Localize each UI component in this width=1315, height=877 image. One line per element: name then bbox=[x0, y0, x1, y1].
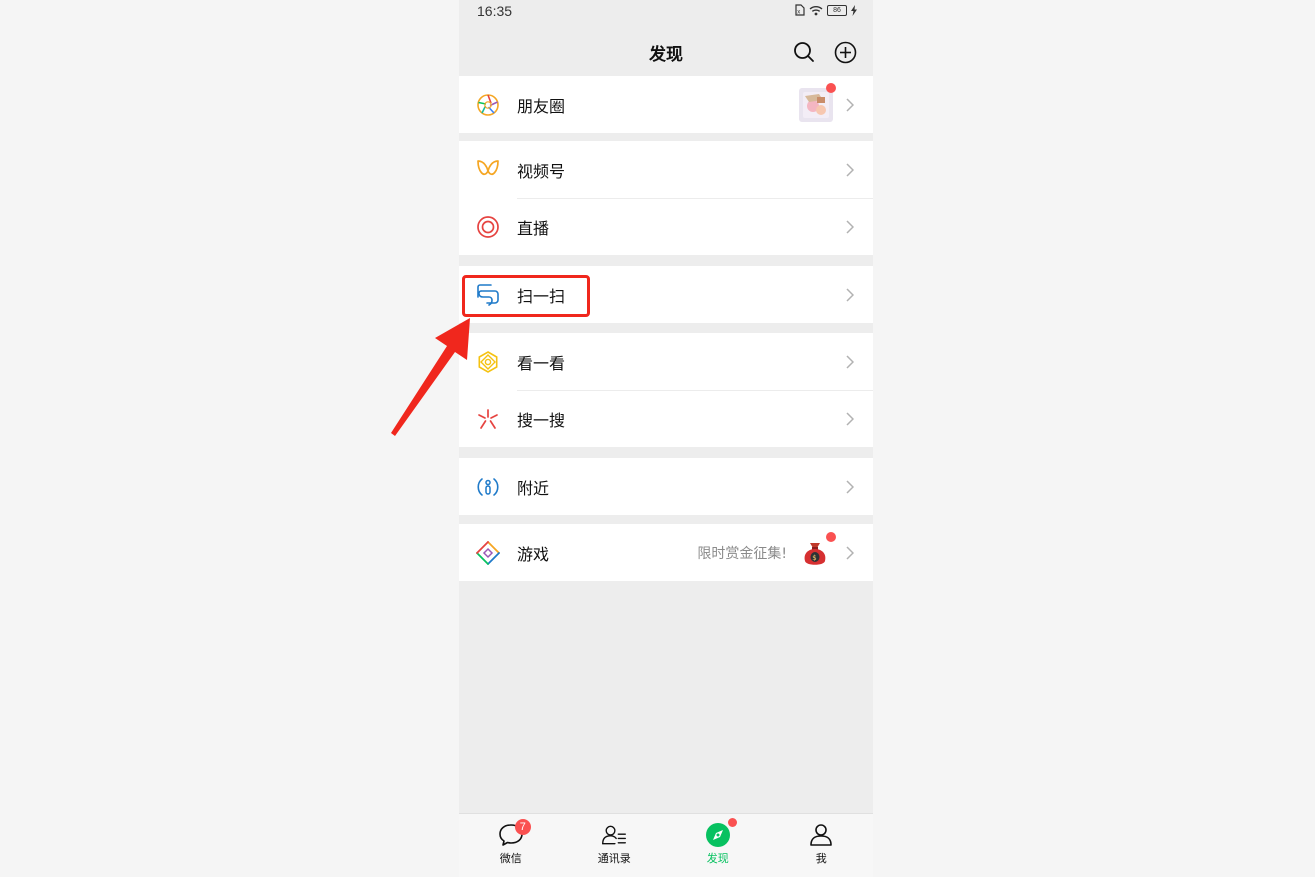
red-arrow-pointer bbox=[391, 318, 470, 436]
menu-group-moments: 朋友圈 bbox=[459, 76, 873, 133]
add-button[interactable] bbox=[833, 40, 857, 64]
menu-item-games[interactable]: 游戏 限时赏金征集! $ bbox=[459, 524, 873, 581]
chevron-right-icon bbox=[845, 479, 855, 495]
battery-icon: 86 bbox=[827, 4, 847, 16]
svg-text:x: x bbox=[797, 10, 800, 16]
status-bar: 16:35 x 86 bbox=[459, 0, 873, 24]
chevron-right-icon bbox=[845, 287, 855, 303]
live-ring-icon bbox=[475, 214, 501, 240]
channels-butterfly-icon bbox=[475, 157, 501, 183]
tab-discover[interactable]: 发现 bbox=[666, 814, 770, 877]
search-star-icon bbox=[475, 406, 501, 432]
menu-label-channels: 视频号 bbox=[517, 161, 566, 181]
menu-item-nearby[interactable]: 附近 bbox=[459, 458, 873, 515]
tab-me[interactable]: 我 bbox=[770, 814, 874, 877]
menu-item-moments[interactable]: 朋友圈 bbox=[459, 76, 873, 133]
menu-label-top-stories: 看一看 bbox=[517, 353, 566, 373]
menu-group-channels: 视频号 直播 bbox=[459, 141, 873, 255]
header: 发现 bbox=[459, 28, 873, 76]
menu-group-stories: 看一看 搜一搜 bbox=[459, 333, 873, 447]
menu-item-channels[interactable]: 视频号 bbox=[459, 141, 873, 198]
chat-bubble-icon: 7 bbox=[498, 819, 531, 848]
scan-highlight-box bbox=[462, 275, 590, 317]
chevron-right-icon bbox=[845, 219, 855, 235]
menu-item-search[interactable]: 搜一搜 bbox=[459, 390, 873, 447]
tab-chats[interactable]: 7 微信 bbox=[459, 814, 563, 877]
menu-label-games: 游戏 bbox=[517, 544, 550, 564]
contacts-icon bbox=[601, 822, 627, 848]
search-icon bbox=[794, 42, 814, 62]
tab-label-contacts: 通讯录 bbox=[597, 852, 631, 865]
tab-label-chats: 微信 bbox=[499, 852, 522, 865]
svg-text:$: $ bbox=[812, 554, 816, 562]
chats-unread-badge: 7 bbox=[514, 819, 531, 835]
me-person-icon bbox=[808, 822, 834, 848]
moments-red-dot bbox=[826, 83, 836, 93]
discover-compass-icon bbox=[705, 818, 737, 848]
bottom-tab-bar: 7 微信 通讯录 发现 我 bbox=[459, 813, 873, 877]
games-red-dot bbox=[826, 532, 836, 542]
chevron-right-icon bbox=[845, 354, 855, 370]
menu-label-moments: 朋友圈 bbox=[517, 96, 566, 116]
menu-item-live[interactable]: 直播 bbox=[459, 198, 873, 255]
menu-label-live: 直播 bbox=[517, 218, 550, 238]
menu-label-nearby: 附近 bbox=[517, 478, 550, 498]
games-diamond-icon bbox=[475, 540, 501, 566]
tab-label-discover: 发现 bbox=[706, 852, 729, 865]
charging-icon bbox=[851, 4, 857, 16]
nearby-person-icon bbox=[475, 474, 501, 500]
menu-group-games: 游戏 限时赏金征集! $ bbox=[459, 524, 873, 581]
plus-circle-icon bbox=[834, 41, 856, 63]
tab-label-me: 我 bbox=[815, 852, 827, 865]
moments-thumbnail bbox=[799, 87, 833, 122]
discover-red-dot bbox=[727, 818, 737, 827]
menu-item-top-stories[interactable]: 看一看 bbox=[459, 333, 873, 390]
games-promo-text: 限时赏金征集! bbox=[697, 545, 787, 562]
chevron-right-icon bbox=[845, 545, 855, 561]
games-moneybag-image: $ bbox=[799, 537, 831, 569]
wifi-icon bbox=[809, 5, 823, 15]
search-button[interactable] bbox=[792, 40, 816, 64]
phone-screen: 16:35 x 86 发现 朋友圈 视频号 直播 扫一扫 看一看 搜一搜 附近 … bbox=[459, 0, 873, 877]
moments-aperture-icon bbox=[475, 92, 501, 118]
status-icons: x 86 bbox=[795, 4, 857, 16]
tab-contacts[interactable]: 通讯录 bbox=[563, 814, 667, 877]
sim-icon: x bbox=[795, 4, 805, 16]
top-stories-flower-icon bbox=[475, 349, 501, 375]
status-time: 16:35 bbox=[477, 3, 513, 19]
menu-group-nearby: 附近 bbox=[459, 458, 873, 515]
chevron-right-icon bbox=[845, 411, 855, 427]
menu-label-search: 搜一搜 bbox=[517, 410, 566, 430]
chevron-right-icon bbox=[845, 162, 855, 178]
chevron-right-icon bbox=[845, 97, 855, 113]
